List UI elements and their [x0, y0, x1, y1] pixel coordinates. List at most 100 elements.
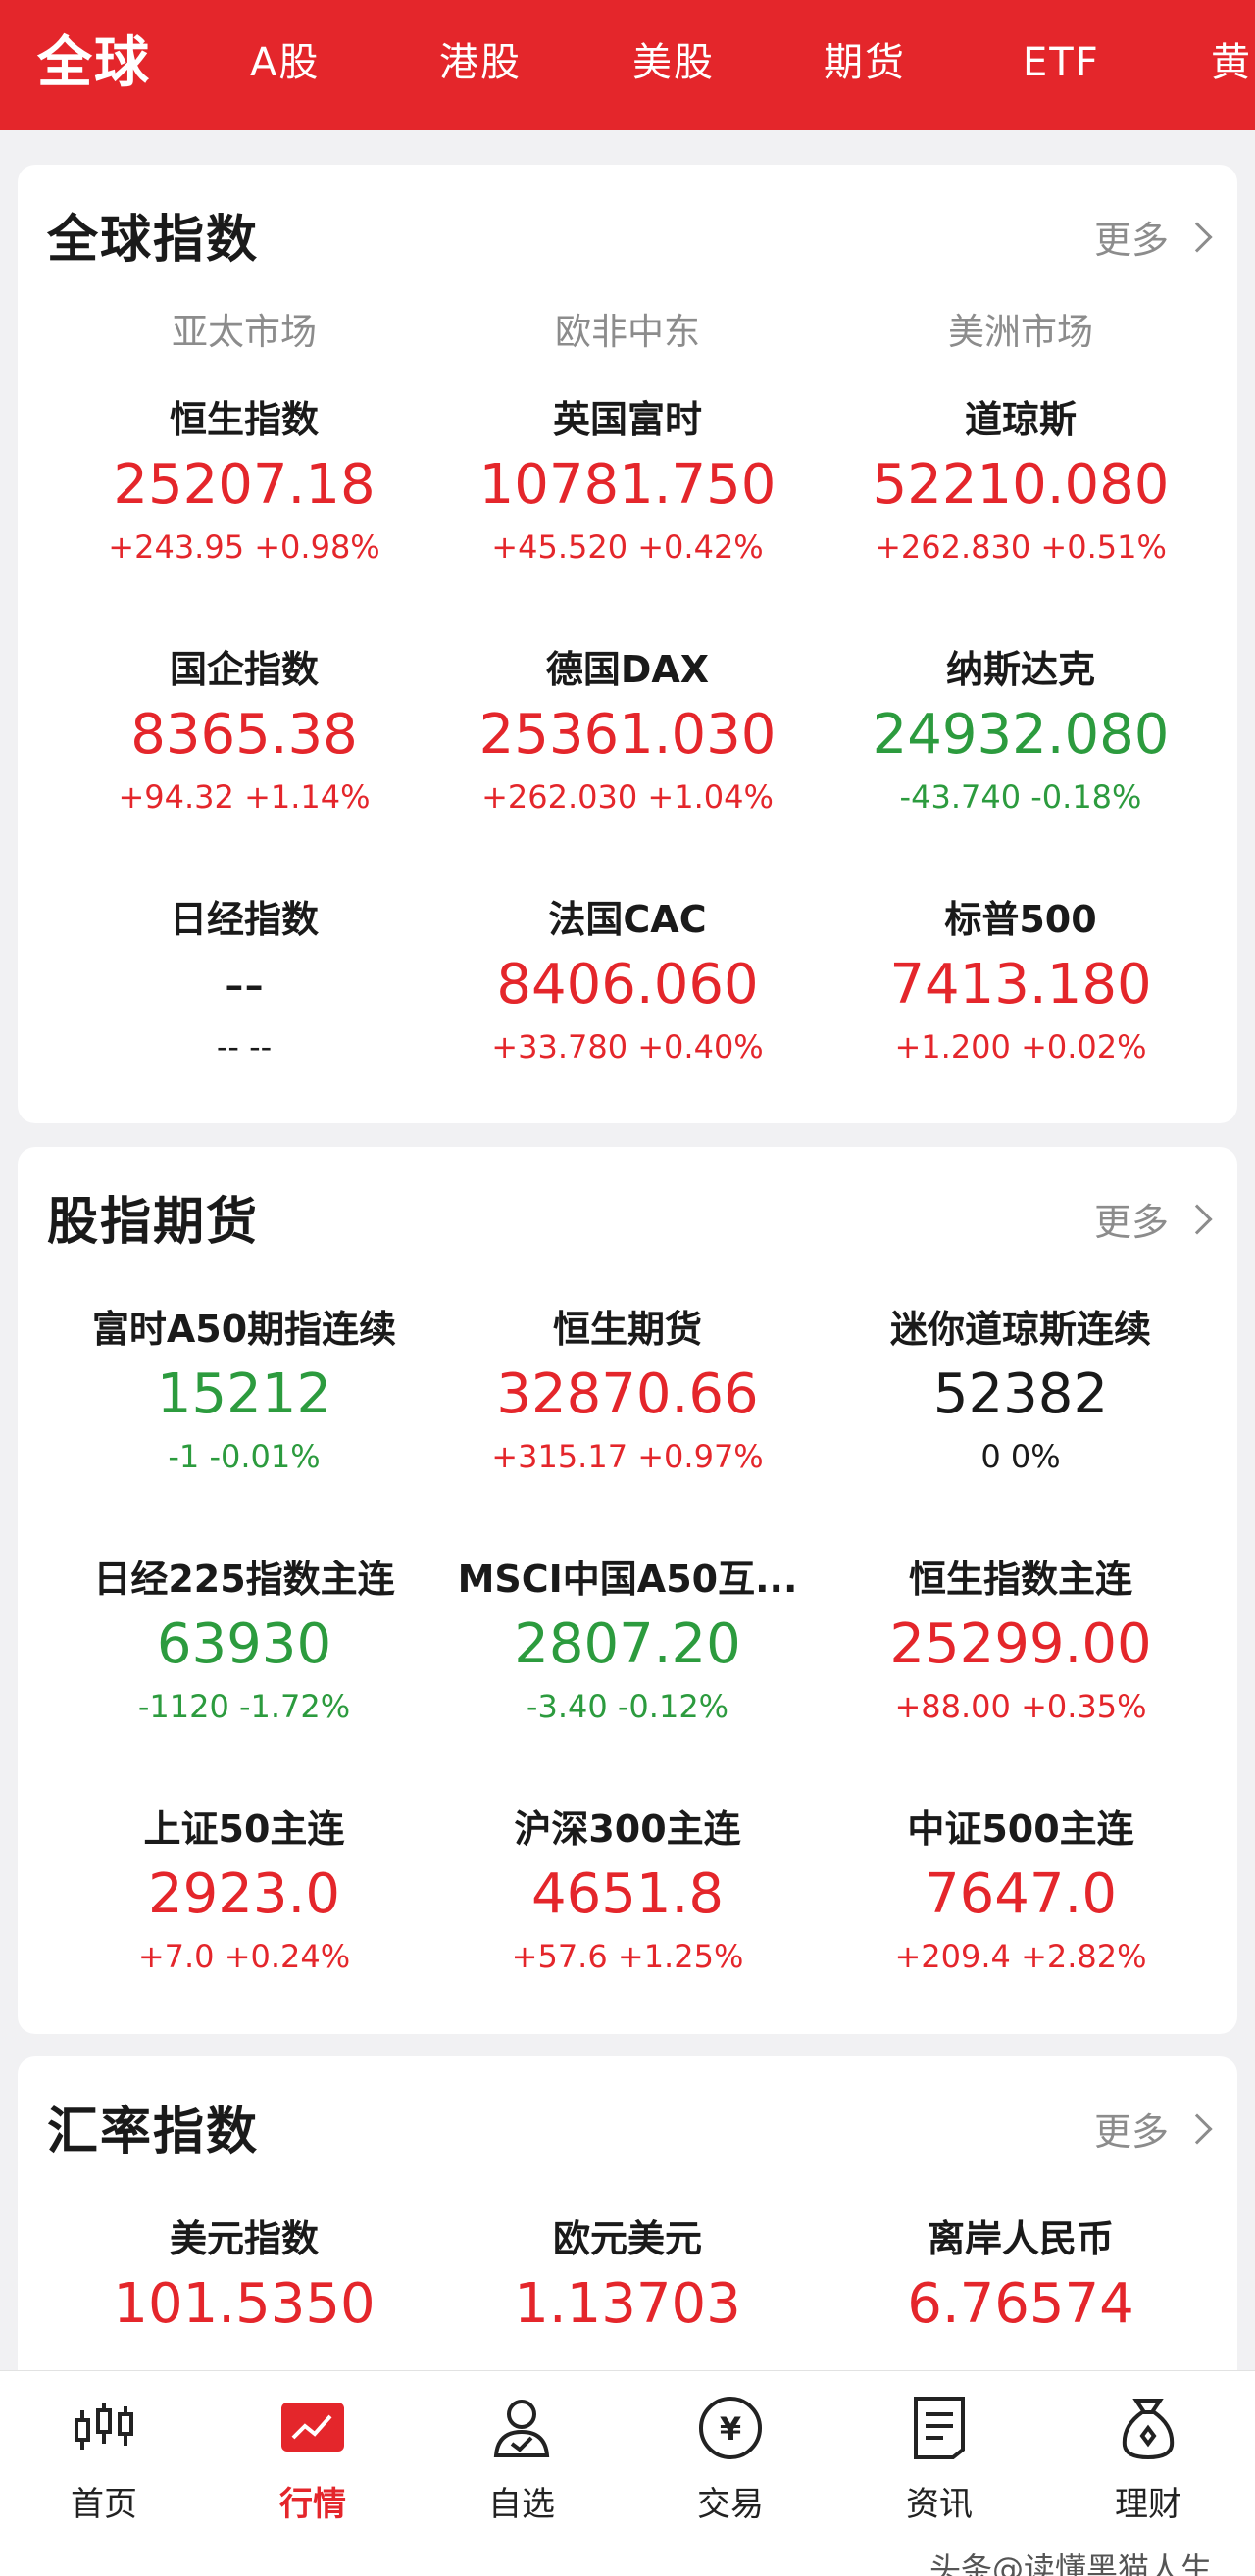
- futures-value: 2807.20: [514, 1612, 741, 1676]
- index-name: 国企指数: [169, 648, 319, 691]
- futures-cell[interactable]: 日经225指数主连 63930 -1120 -1.72%: [47, 1552, 441, 1730]
- tab-etf[interactable]: ETF: [1023, 33, 1100, 92]
- nav-news[interactable]: 资讯: [861, 2393, 1018, 2525]
- market-chart-icon: [277, 2393, 348, 2463]
- futures-cell[interactable]: 沪深300主连 4651.8 +57.6 +1.25%: [430, 1802, 825, 1980]
- index-cell[interactable]: 恒生指数 25207.18 +243.95 +0.98%: [47, 392, 441, 570]
- nav-label: 行情: [279, 2485, 346, 2524]
- index-name: 日经指数: [169, 898, 319, 941]
- svg-text:¥: ¥: [720, 2410, 741, 2448]
- futures-change: -1 -0.01%: [168, 1438, 321, 1475]
- index-change: +94.32 +1.14%: [118, 778, 371, 816]
- index-value: --: [224, 953, 265, 1016]
- more-label: 更多: [1093, 2110, 1169, 2154]
- news-document-icon: [904, 2393, 975, 2463]
- futures-value: 7647.0: [925, 1862, 1117, 1926]
- futures-value: 2923.0: [148, 1862, 340, 1926]
- tab-a-share[interactable]: A股: [250, 33, 320, 92]
- index-cell[interactable]: 德国DAX 25361.030 +262.030 +1.04%: [430, 642, 825, 820]
- nav-label: 资讯: [906, 2485, 973, 2524]
- futures-name: 中证500主连: [907, 1808, 1134, 1851]
- card-title: 汇率指数: [47, 2103, 260, 2161]
- nav-label: 首页: [71, 2485, 137, 2524]
- index-cell[interactable]: 标普500 7413.180 +1.200 +0.02%: [824, 892, 1218, 1070]
- nav-market[interactable]: 行情: [234, 2393, 391, 2525]
- tab-futures[interactable]: 期货: [824, 33, 906, 92]
- watermark: 头条@读懂黑猫人生: [929, 2551, 1213, 2576]
- nav-wealth[interactable]: 理财: [1070, 2393, 1227, 2525]
- futures-cell[interactable]: 富时A50期指连续 15212 -1 -0.01%: [47, 1302, 441, 1480]
- futures-change: -1120 -1.72%: [137, 1688, 351, 1725]
- index-value: 8365.38: [130, 703, 358, 767]
- region-americas: 美洲市场: [948, 311, 1093, 353]
- futures-value: 52382: [932, 1362, 1109, 1426]
- futures-cell[interactable]: 恒生指数主连 25299.00 +88.00 +0.35%: [824, 1552, 1218, 1730]
- fx-cell[interactable]: 离岸人民币 6.76574: [824, 2211, 1218, 2343]
- index-name: 德国DAX: [545, 648, 710, 691]
- tab-us-stock[interactable]: 美股: [632, 33, 715, 92]
- index-cell[interactable]: 纳斯达克 24932.080 -43.740 -0.18%: [824, 642, 1218, 820]
- futures-name: 上证50主连: [143, 1808, 345, 1851]
- futures-name: 富时A50期指连续: [91, 1308, 397, 1351]
- index-cell[interactable]: 英国富时 10781.750 +45.520 +0.42%: [430, 392, 825, 570]
- candlestick-icon: [69, 2393, 139, 2463]
- more-label: 更多: [1093, 1201, 1169, 1244]
- futures-value: 15212: [156, 1362, 332, 1426]
- index-cell[interactable]: 国企指数 8365.38 +94.32 +1.14%: [47, 642, 441, 820]
- futures-name: 迷你道琼斯连续: [889, 1308, 1151, 1351]
- fx-name: 离岸人民币: [927, 2217, 1114, 2260]
- futures-value: 25299.00: [889, 1612, 1152, 1676]
- index-name: 标普500: [944, 898, 1097, 941]
- index-cell[interactable]: 法国CAC 8406.060 +33.780 +0.40%: [430, 892, 825, 1070]
- nav-label: 交易: [697, 2485, 764, 2524]
- more-button[interactable]: 更多: [1093, 1192, 1213, 1246]
- fx-value: 6.76574: [907, 2272, 1134, 2336]
- fx-cell[interactable]: 美元指数 101.5350: [47, 2211, 441, 2343]
- index-change: -- --: [216, 1028, 273, 1065]
- fx-value: 1.13703: [514, 2272, 741, 2336]
- futures-value: 63930: [156, 1612, 332, 1676]
- index-name: 恒生指数: [169, 398, 319, 441]
- futures-cell[interactable]: 中证500主连 7647.0 +209.4 +2.82%: [824, 1802, 1218, 1980]
- tab-global[interactable]: 全球: [37, 31, 151, 96]
- nav-watchlist[interactable]: 自选: [443, 2393, 600, 2525]
- futures-cell[interactable]: 上证50主连 2923.0 +7.0 +0.24%: [47, 1802, 441, 1980]
- nav-label: 理财: [1115, 2485, 1181, 2524]
- index-cell[interactable]: 道琼斯 52210.080 +262.830 +0.51%: [824, 392, 1218, 570]
- chevron-right-icon: [1181, 1203, 1213, 1235]
- futures-name: 沪深300主连: [514, 1808, 741, 1851]
- fx-name: 欧元美元: [552, 2217, 702, 2260]
- more-button[interactable]: 更多: [1094, 210, 1213, 264]
- top-tab-bar: 全球 A股 港股 美股 期货 ETF 黄: [0, 0, 1255, 130]
- futures-cell[interactable]: 迷你道琼斯连续 52382 0 0%: [824, 1302, 1218, 1480]
- card-title: 全球指数: [47, 211, 260, 270]
- index-change: +1.200 +0.02%: [894, 1028, 1147, 1065]
- nav-trade[interactable]: ¥ 交易: [652, 2393, 809, 2525]
- chevron-right-icon: [1181, 221, 1213, 253]
- index-cell[interactable]: 日经指数 -- -- --: [47, 892, 441, 1070]
- index-change: +262.830 +0.51%: [875, 528, 1167, 566]
- futures-name: 恒生期货: [552, 1308, 702, 1351]
- fx-cell[interactable]: 欧元美元 1.13703: [430, 2211, 825, 2343]
- index-change: +33.780 +0.40%: [491, 1028, 764, 1065]
- index-change: +262.030 +1.04%: [481, 778, 774, 816]
- tab-hk-stock[interactable]: 港股: [439, 33, 522, 92]
- futures-cell[interactable]: 恒生期货 32870.66 +315.17 +0.97%: [430, 1302, 825, 1480]
- index-value: 24932.080: [872, 703, 1170, 767]
- yuan-coin-icon: ¥: [695, 2393, 766, 2463]
- index-change: -43.740 -0.18%: [899, 778, 1142, 816]
- region-europe-mideast: 欧非中东: [555, 311, 700, 353]
- futures-name: MSCI中国A50互...: [457, 1558, 798, 1601]
- user-check-icon: [486, 2393, 557, 2463]
- futures-cell[interactable]: MSCI中国A50互... 2807.20 -3.40 -0.12%: [430, 1552, 825, 1730]
- futures-change: +209.4 +2.82%: [894, 1938, 1147, 1975]
- index-name: 纳斯达克: [945, 648, 1095, 691]
- index-name: 法国CAC: [548, 898, 707, 941]
- fx-value: 101.5350: [113, 2272, 376, 2336]
- more-button[interactable]: 更多: [1093, 2102, 1213, 2155]
- tab-gold[interactable]: 黄: [1211, 33, 1252, 92]
- index-value: 25361.030: [478, 703, 777, 767]
- index-change: +45.520 +0.42%: [491, 528, 764, 566]
- nav-home[interactable]: 首页: [25, 2393, 182, 2525]
- futures-change: +57.6 +1.25%: [511, 1938, 744, 1975]
